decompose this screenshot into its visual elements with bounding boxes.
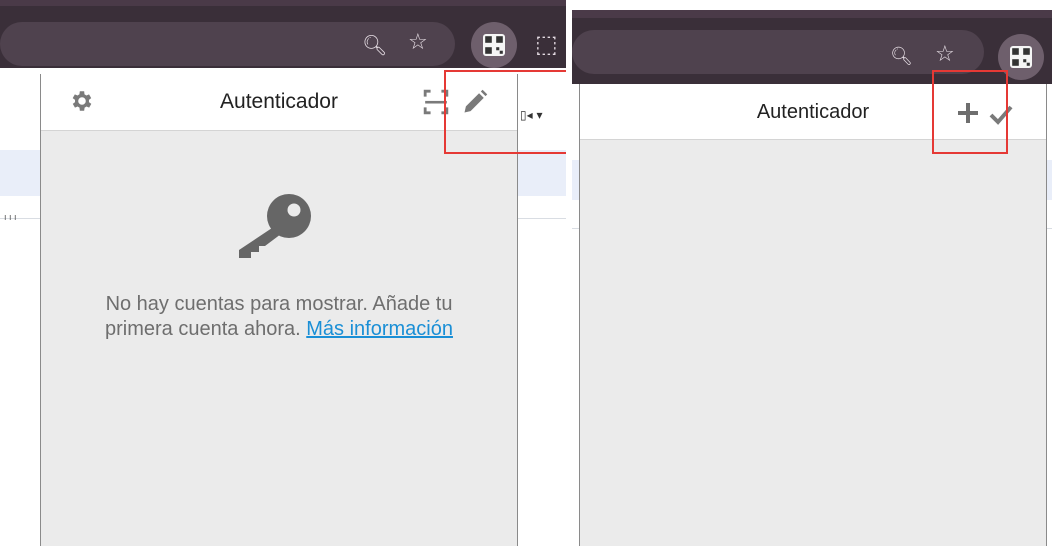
doc-ruler-ticks: ı ı ı [4,212,17,222]
authenticator-extension-button[interactable] [471,22,517,68]
authenticator-extension-icon [483,34,505,56]
star-icon[interactable]: ☆ [935,42,955,67]
highlight-box-add [932,70,1008,154]
learn-more-link[interactable]: Más información [306,318,453,340]
extensions-icon[interactable]: ⬚ [535,30,558,58]
zoom-icon[interactable]: 🔍︎ [362,33,387,57]
star-icon[interactable]: ☆ [408,30,428,55]
zoom-icon[interactable]: 🔍︎ [890,46,913,67]
address-bar[interactable] [572,30,984,74]
browser-tab-strip [572,10,1052,18]
key-icon [233,192,313,260]
screenshot-edit-mode: 🔍︎ ☆ Autenticador [572,0,1052,546]
screenshot-before-edit: 🔍︎ ☆ ⬚ ı ı ı ▯◂ ▾ Autenticador No hay cu… [0,0,566,546]
authenticator-extension-icon [1010,46,1032,68]
empty-state-message: No hay cuentas para mostrar. Añade tu pr… [71,292,487,342]
highlight-box-edit [444,70,566,154]
browser-toolbar: 🔍︎ ☆ ⬚ [0,6,566,68]
